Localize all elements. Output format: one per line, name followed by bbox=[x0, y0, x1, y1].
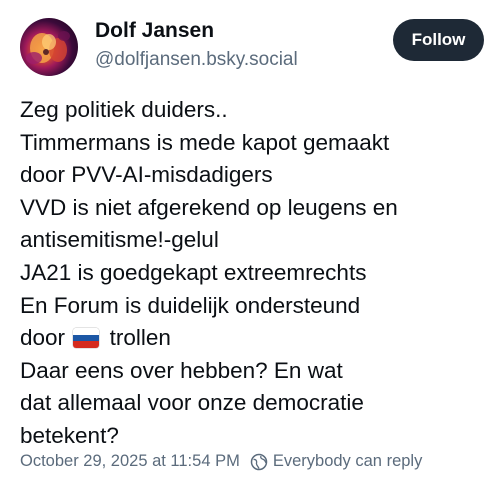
post-line: door PVV-AI-misdadigers bbox=[20, 162, 273, 188]
post-line: dat allemaal voor onze democratie bbox=[20, 390, 364, 416]
post-line: VVD is niet afgerekend op leugens en bbox=[20, 194, 398, 220]
avatar-photo-icon bbox=[26, 31, 70, 64]
post-footer: October 29, 2025 at 11:54 PM Everybody c… bbox=[20, 452, 422, 471]
post-line: Timmermans is mede kapot gemaakt bbox=[20, 129, 390, 155]
reply-setting: Everybody can reply bbox=[250, 452, 423, 471]
post-line: betekent? bbox=[20, 422, 119, 448]
post-timestamp[interactable]: October 29, 2025 at 11:54 PM bbox=[20, 452, 240, 471]
post-line: JA21 is goedgekapt extreemrechts bbox=[20, 259, 367, 285]
post-line: Zeg politiek duiders.. bbox=[20, 97, 228, 122]
post-text: Zeg politiek duiders.. Timmermans is med… bbox=[20, 94, 490, 453]
globe-icon bbox=[250, 453, 268, 470]
post-line: Daar eens over hebben? En wat bbox=[20, 357, 343, 383]
russia-flag-icon bbox=[73, 328, 100, 349]
reply-setting-label: Everybody can reply bbox=[272, 452, 423, 470]
post-line-with-flag: door trollen bbox=[20, 322, 490, 355]
follow-button[interactable]: Follow bbox=[393, 19, 484, 61]
author-display-name[interactable]: Dolf Jansen bbox=[95, 19, 214, 43]
post-line: En Forum is duidelijk ondersteund bbox=[20, 292, 361, 318]
post-card: Dolf Jansen @dolfjansen.bsky.social Foll… bbox=[0, 0, 500, 482]
post-line: antisemitisme!-gelul bbox=[20, 227, 219, 253]
post-line-segment: trollen bbox=[109, 325, 171, 351]
author-handle[interactable]: @dolfjansen.bsky.social bbox=[95, 49, 298, 71]
post-line-segment: door bbox=[20, 325, 66, 351]
avatar[interactable] bbox=[20, 18, 78, 76]
